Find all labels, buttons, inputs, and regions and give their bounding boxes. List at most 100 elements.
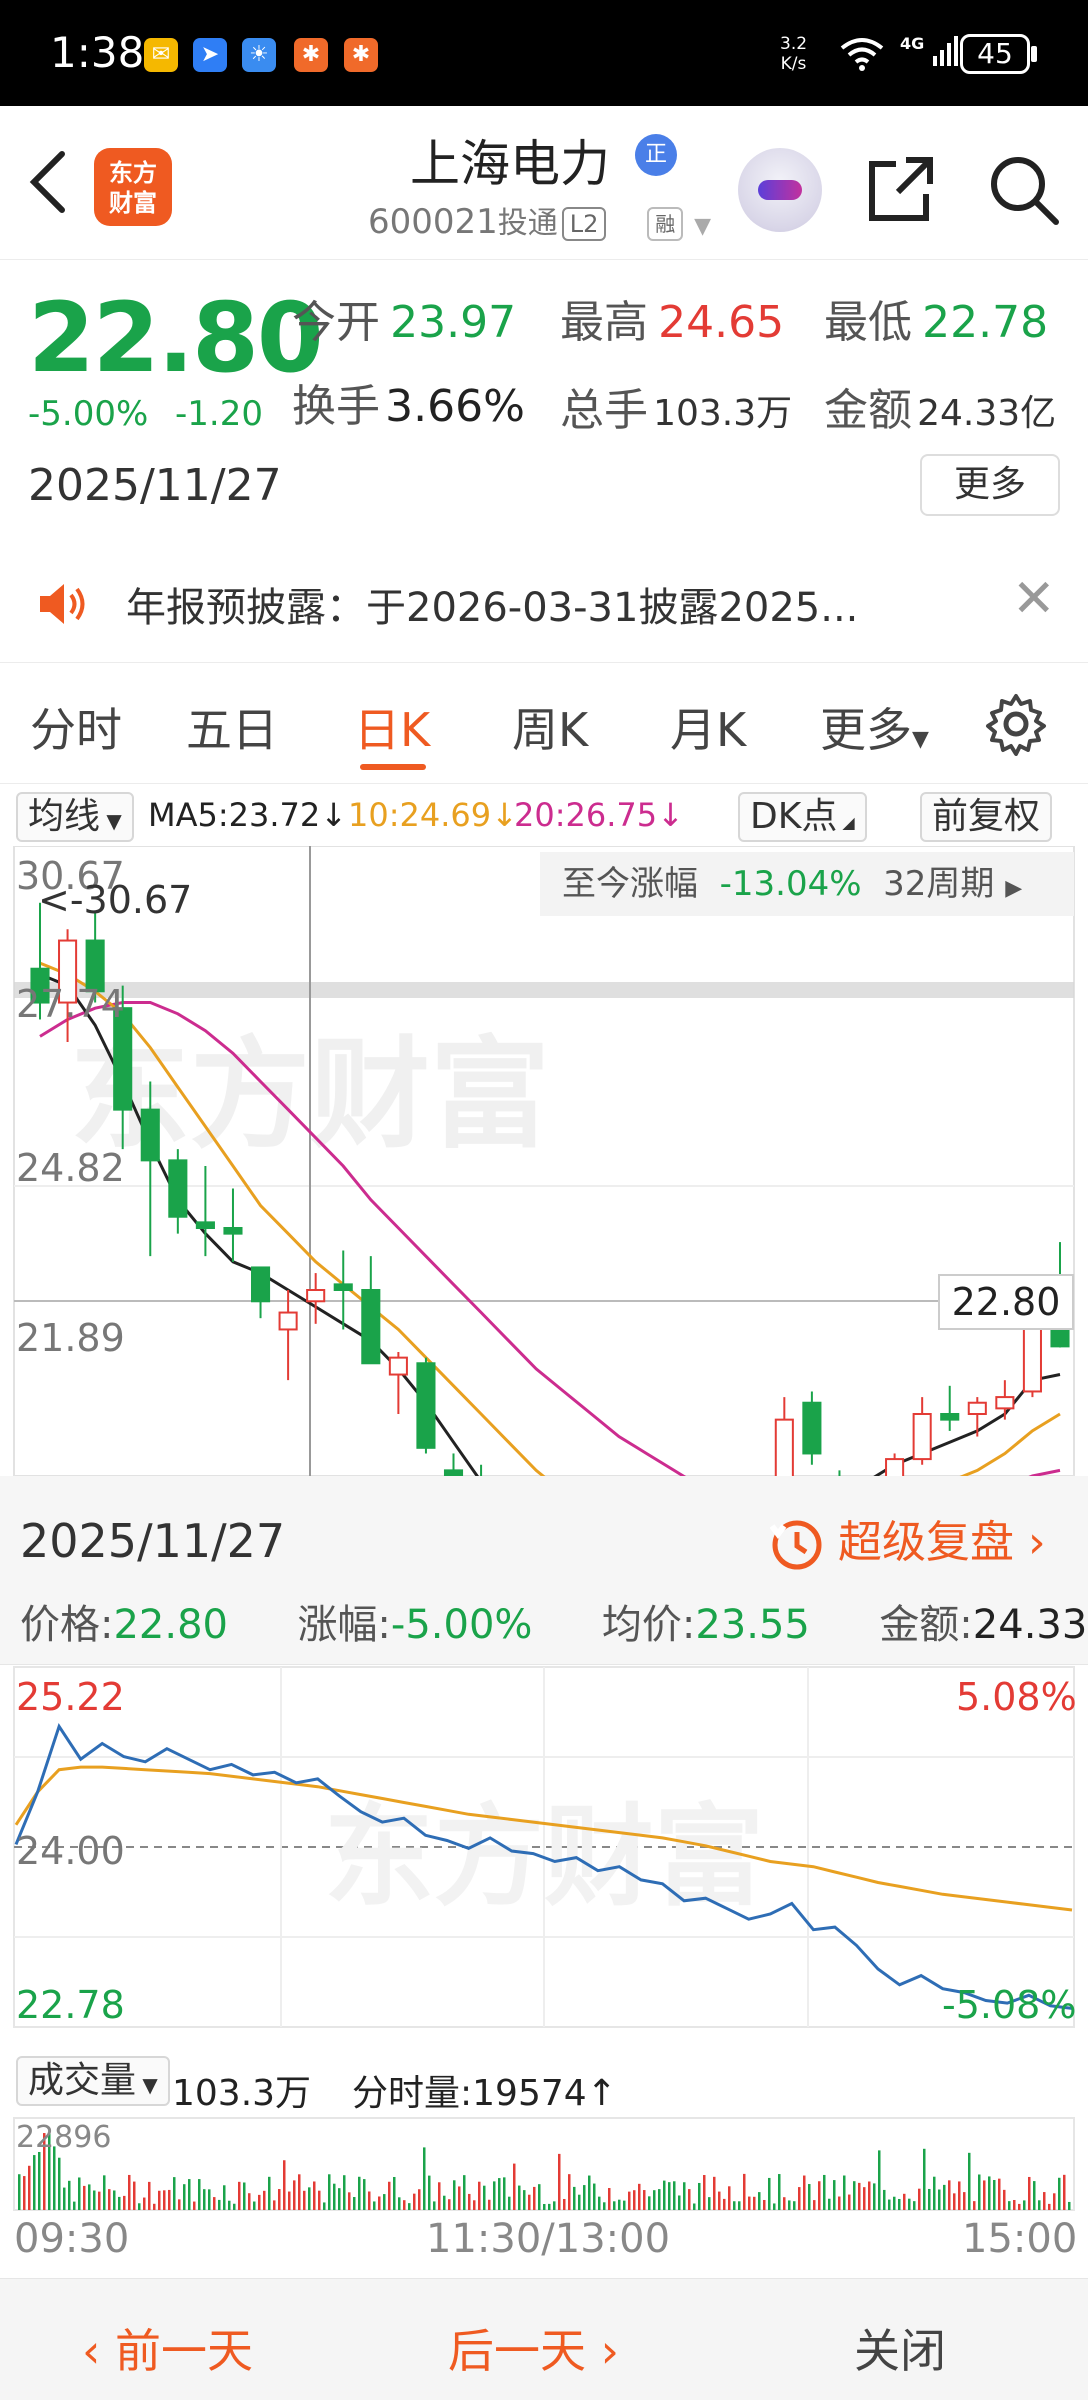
volume-bar [363,2179,366,2210]
candle [250,1266,271,1319]
volume-bar [848,2194,851,2210]
volume-bar [608,2188,611,2210]
intraday-prev-close-label: 24.00 [16,1829,125,1873]
share-icon[interactable] [866,154,936,224]
dk-point-button[interactable]: DK点 ◢ [738,792,867,842]
search-icon[interactable] [986,152,1060,226]
indicator-select[interactable]: 均线 ▼ [16,792,134,842]
volume-bar [888,2199,891,2210]
detail-stats: 价格:22.80 涨幅:-5.00% 均价:23.55 金额:24.33亿 [20,1602,1088,1648]
candle-body [223,1227,243,1235]
volume-bar [968,2152,971,2210]
volume-bar [198,2179,201,2210]
kline-chart[interactable]: 东方财富 30.67 <-30.67 27.74 24.82 21.89 至今涨… [0,846,1088,1476]
volume-bar [428,2175,431,2210]
tab-monthly-k[interactable]: 月K [670,694,746,760]
prev-day-button[interactable]: ‹ 前一天 [82,2315,253,2381]
volume-bar [173,2177,176,2210]
candle [443,1453,464,1476]
candle-body [995,1396,1015,1410]
volume-bar [453,2180,456,2210]
volume-bar [528,2194,531,2210]
ai-assistant-icon[interactable] [738,148,822,232]
volume-bar [103,2175,106,2210]
volume-bar [418,2189,421,2210]
volume-bar [238,2181,241,2210]
change-percent: -5.00% [28,394,149,434]
volume-bar [18,2174,21,2210]
close-icon[interactable]: ✕ [1012,569,1056,629]
volume-bar [33,2155,36,2210]
volume-bar [73,2201,76,2210]
chevron-left-icon: ‹ [82,2324,116,2378]
next-day-button[interactable]: 后一天 › [448,2315,619,2381]
volume-bar [223,2185,226,2210]
volume-bar [808,2184,811,2210]
stock-name: 上海电力 [410,135,610,193]
time-start: 09:30 [14,2216,130,2262]
battery-icon: 45 [960,34,1030,74]
volume-bar [748,2196,751,2210]
app-logo[interactable]: 东方 财富 [94,148,172,226]
close-button[interactable]: 关闭 [854,2315,946,2381]
volume-bar [158,2190,161,2210]
volume-bar [613,2201,616,2210]
volume-chart[interactable]: 22896 [0,2116,1088,2212]
volume-bar [443,2195,446,2210]
candle [802,1391,822,1465]
candle [278,1290,298,1381]
volume-bar [1053,2193,1056,2210]
day-detail-panel: 2025/11/27 超级复盘 › 价格:22.80 涨幅:-5.00% 均价:… [0,1476,1088,1664]
speaker-icon [38,581,88,627]
detail-date: 2025/11/27 [20,1514,286,1568]
ma-indicator-bar: 均线 ▼ MA5:23.72↓ 10:24.69↓ 20:26.75↓ DK点 … [0,784,1088,846]
volume-bar [633,2190,636,2210]
tab-more[interactable]: 更多▼ [820,694,929,760]
volume-header: 成交量 ▼ 103.3万 分时量:19574↑ [0,2050,1088,2116]
volume-bar [83,2185,86,2210]
volume-bar [878,2150,881,2210]
super-replay-button[interactable]: 超级复盘 › [769,1506,1046,1572]
volume-bar [383,2194,386,2210]
candle [388,1352,408,1414]
adjust-button[interactable]: 前复权 [920,792,1053,842]
volume-bar [643,2190,646,2210]
performance-box[interactable]: 至今涨幅 -13.04% 32周期 ▶ [540,852,1074,916]
volume-bar [833,2180,836,2210]
volume-bar [408,2203,411,2210]
intraday-chart[interactable]: 东方财富 25.22 24.00 22.78 5.08% -5.08% [0,1664,1088,2036]
low-stat: 最低 22.78 [824,297,1049,348]
notice-banner[interactable]: 年报预披露：于2026-03-31披露2025... ✕ [0,543,1088,663]
volume-bar [658,2189,661,2210]
volume-selector[interactable]: 成交量 ▼ [16,2056,170,2106]
more-stats-button[interactable]: 更多 [920,454,1060,516]
signal-icon: 4G [900,34,958,72]
candle [416,1357,436,1454]
volume-bar [218,2199,221,2210]
candle-body [912,1413,932,1461]
volume-bar [273,2200,276,2210]
volume-bar [733,2201,736,2210]
candle-body [195,1221,215,1230]
volume-bar [1023,2200,1026,2210]
volume-bar [543,2203,546,2210]
volume-bar [288,2191,291,2210]
tab-daily-k[interactable]: 日K [354,694,430,760]
tab-intraday[interactable]: 分时 [30,694,122,760]
back-icon[interactable] [26,150,70,220]
volume-bar [313,2181,316,2210]
candle-body [774,1418,794,1476]
gear-icon[interactable] [984,692,1048,756]
volume-bar [773,2203,776,2210]
volume-bar [353,2197,356,2210]
candle-body [416,1362,436,1449]
volume-bar [978,2174,981,2210]
stock-code-row: 600021投通 L2 融 ▼ [368,198,711,242]
volume-bar [728,2186,731,2210]
volume-bar [413,2193,416,2210]
volume-bar [758,2192,761,2210]
tab-weekly-k[interactable]: 周K [512,694,588,760]
volume-bar [653,2190,656,2210]
tab-five-day[interactable]: 五日 [186,694,278,760]
volume-bar [793,2201,796,2210]
